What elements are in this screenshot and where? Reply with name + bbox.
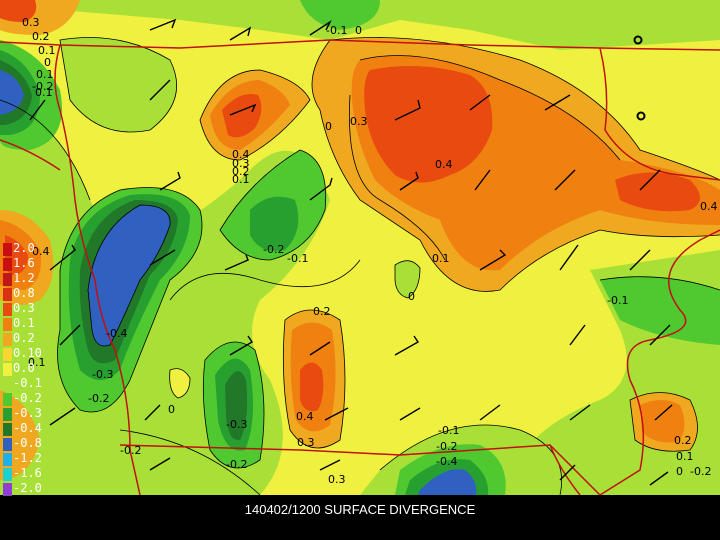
legend-label: -2.0 bbox=[13, 481, 42, 495]
contour-label: 0 bbox=[325, 120, 332, 133]
legend-label: -0.1 bbox=[13, 376, 42, 390]
legend-label: 0.2 bbox=[13, 331, 35, 345]
contour-label: -0.2 bbox=[120, 444, 141, 457]
legend-entry: 2.0 bbox=[3, 241, 49, 256]
legend-entry: 0.8 bbox=[3, 286, 49, 301]
legend-swatch bbox=[3, 378, 12, 391]
legend-entry: -0.1 bbox=[3, 376, 49, 391]
legend-entry: -0.4 bbox=[3, 421, 49, 436]
contour-label: 0.3 bbox=[297, 436, 315, 449]
legend-swatch bbox=[3, 363, 12, 376]
contour-label: 0.3 bbox=[328, 473, 346, 486]
legend-label: 0.1 bbox=[13, 316, 35, 330]
legend-entry: 1.6 bbox=[3, 256, 49, 271]
contour-label: 0.4 bbox=[296, 410, 314, 423]
legend-entry: 1.2 bbox=[3, 271, 49, 286]
legend-swatch bbox=[3, 453, 12, 466]
contour-label: -0.1 bbox=[287, 252, 308, 265]
legend-entry: 0.1 bbox=[3, 316, 49, 331]
contour-label: -0.1 bbox=[607, 294, 628, 307]
legend-label: -0.8 bbox=[13, 436, 42, 450]
contour-label: 0.4 bbox=[435, 158, 453, 171]
legend-entry: -0.2 bbox=[3, 391, 49, 406]
contour-label: -0.2 bbox=[690, 465, 711, 478]
color-scale-legend: 2.0 1.6 1.2 0.8 0.3 0.1 0.2 0.10 0.0 -0.1 -0.2 -0.3… bbox=[3, 241, 49, 513]
legend-label: -0.2 bbox=[13, 391, 42, 405]
contour-label: 0.2 bbox=[313, 305, 331, 318]
legend-label: -1.6 bbox=[13, 466, 42, 480]
contour-label: -0.4 bbox=[436, 455, 457, 468]
legend-label: -1.2 bbox=[13, 451, 42, 465]
legend-label: 0.3 bbox=[13, 301, 35, 315]
legend-label: 0.10 bbox=[13, 346, 42, 360]
contour-label: -0.2 bbox=[88, 392, 109, 405]
contour-label: -0.1 bbox=[438, 424, 459, 437]
legend-swatch bbox=[3, 408, 12, 421]
contour-label: 0 bbox=[168, 403, 175, 416]
contour-label: 0.1 bbox=[676, 450, 694, 463]
contour-label: 0.2 bbox=[674, 434, 692, 447]
legend-swatch bbox=[3, 483, 12, 496]
contour-label: 0.3 bbox=[350, 115, 368, 128]
contour-label: -0.3 bbox=[92, 368, 113, 381]
contour-label: -0.4 bbox=[106, 327, 127, 340]
legend-swatch bbox=[3, 288, 12, 301]
contour-label: -0.1 bbox=[326, 24, 347, 37]
contour-label: -0.2 bbox=[436, 440, 457, 453]
legend-swatch bbox=[3, 393, 12, 406]
legend-swatch bbox=[3, 273, 12, 286]
legend-swatch bbox=[3, 243, 12, 256]
divergence-map: 0.3 0.2 0.1 0 -0.1 0.1 -0.2 0.1 0 0.3 0.… bbox=[0, 0, 720, 495]
legend-entry: 0.0 bbox=[3, 361, 49, 376]
legend-label: 1.6 bbox=[13, 256, 35, 270]
legend-entry: -1.2 bbox=[3, 451, 49, 466]
contour-label: 0.1 bbox=[432, 252, 450, 265]
legend-label: 1.2 bbox=[13, 271, 35, 285]
legend-entry: -2.0 bbox=[3, 481, 49, 496]
contour-label: 0 bbox=[408, 290, 415, 303]
contour-label: 0.2 bbox=[32, 30, 50, 43]
contour-label: 0.1 bbox=[35, 86, 53, 99]
contour-label: -0.2 bbox=[226, 458, 247, 471]
legend-swatch bbox=[3, 423, 12, 436]
legend-label: -0.3 bbox=[13, 406, 42, 420]
legend-swatch bbox=[3, 438, 12, 451]
legend-label: 0.8 bbox=[13, 286, 35, 300]
legend-entry: 0.10 bbox=[3, 346, 49, 361]
map-caption: 140402/1200 SURFACE DIVERGENCE bbox=[244, 502, 476, 517]
legend-swatch bbox=[3, 468, 12, 481]
legend-swatch bbox=[3, 258, 12, 271]
legend-label: 2.0 bbox=[13, 241, 35, 255]
contour-label: 0 bbox=[355, 24, 362, 37]
contour-label: 0.3 bbox=[22, 16, 40, 29]
legend-swatch bbox=[3, 348, 12, 361]
contour-label: -0.2 bbox=[263, 243, 284, 256]
contour-label: 0.1 bbox=[232, 173, 250, 186]
legend-swatch bbox=[3, 333, 12, 346]
legend-label: -0.4 bbox=[13, 421, 42, 435]
legend-entry: -1.6 bbox=[3, 466, 49, 481]
legend-swatch bbox=[3, 318, 12, 331]
legend-label: 0.0 bbox=[13, 361, 35, 375]
legend-entry: 0.2 bbox=[3, 331, 49, 346]
legend-swatch bbox=[3, 303, 12, 316]
legend-entry: -0.3 bbox=[3, 406, 49, 421]
legend-entry: -0.8 bbox=[3, 436, 49, 451]
contour-label: 0.4 bbox=[700, 200, 718, 213]
legend-entry: 0.3 bbox=[3, 301, 49, 316]
contour-label: 0 bbox=[676, 465, 683, 478]
contour-label: -0.3 bbox=[226, 418, 247, 431]
